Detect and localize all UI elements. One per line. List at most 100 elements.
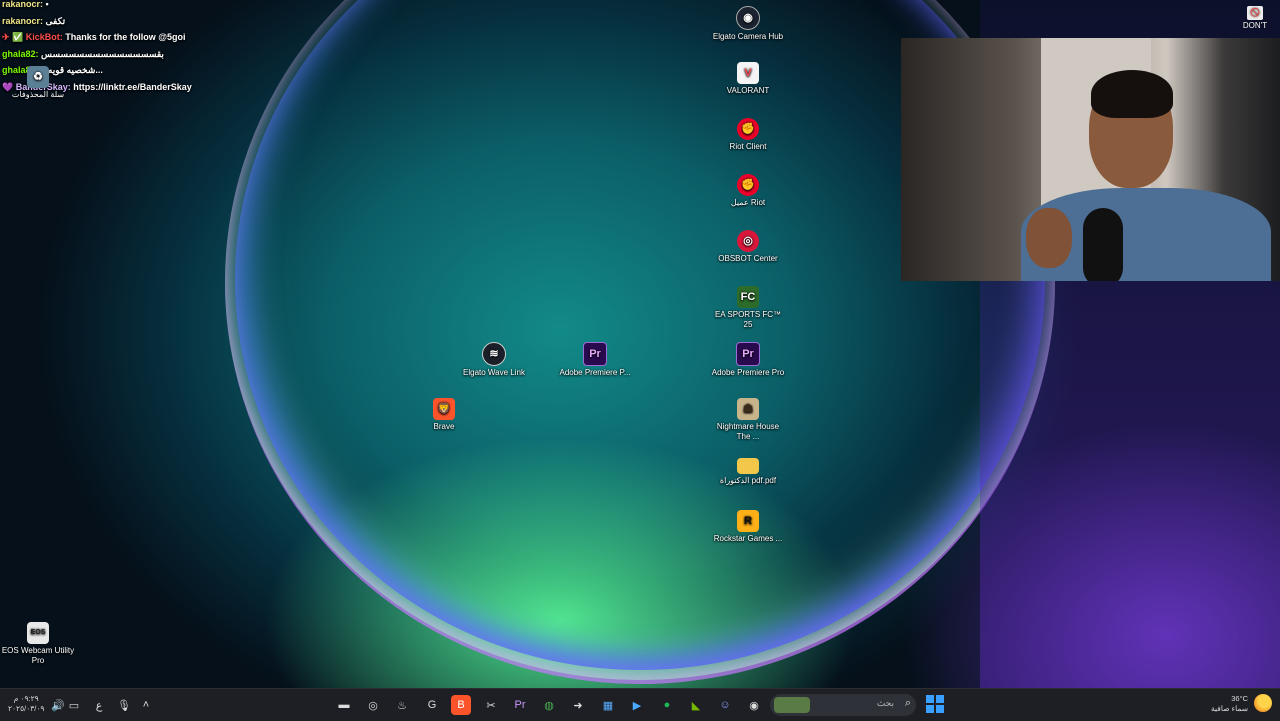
riot-client-icon: ✊ xyxy=(737,174,759,196)
desktop-icon-label: Riot Client xyxy=(729,142,767,151)
search-placeholder: بحث xyxy=(876,698,894,708)
valorant-icon: V xyxy=(737,62,759,84)
chat-text: Thanks for the follow @5goi xyxy=(65,32,186,42)
taskbar-app-premiere-icon[interactable]: Pr xyxy=(510,695,530,715)
chat-message: rakanocr: • xyxy=(2,0,192,13)
nightmare-house-icon: ☗ xyxy=(737,398,759,420)
desktop-icon-obsbot-center[interactable]: ◎ OBSBOT Center xyxy=(710,230,786,264)
taskbar-app-grid-icon[interactable]: ▦ xyxy=(598,695,618,715)
windows-logo-icon xyxy=(936,695,944,703)
chat-text: بقسسسسسسسسسسسسسس xyxy=(41,48,164,59)
microphone-icon[interactable]: 🎙 xyxy=(114,695,134,715)
elgato-camera-hub-icon: ◉ xyxy=(736,6,760,30)
desktop-icon-label: الدكتوراة pdf.pdf xyxy=(719,476,777,485)
weather-sun-icon xyxy=(1254,694,1272,712)
desktop-icon-riot-client[interactable]: ✊ Riot Client xyxy=(710,118,786,152)
desktop-icon-premiere-pro-2[interactable]: Pr Adobe Premiere P... xyxy=(557,342,633,378)
brave-icon: 🦁 xyxy=(433,398,455,420)
weather-description: سماء صافية xyxy=(1210,704,1248,713)
desktop-icon-label: Brave xyxy=(433,422,455,431)
taskbar-app-media-player-icon[interactable]: ▶ xyxy=(627,695,647,715)
rockstar-icon: R xyxy=(737,510,759,532)
premiere-pro-icon: Pr xyxy=(583,342,607,366)
folder-icon xyxy=(737,458,759,474)
desktop-icon-elgato-camera-hub[interactable]: ◉ Elgato Camera Hub xyxy=(710,6,786,42)
desktop-icon-elgato-wave-link[interactable]: ≋ Elgato Wave Link xyxy=(456,342,532,378)
desktop-icon-label: Nightmare House The ... xyxy=(716,422,780,441)
desktop-icon-label: Elgato Wave Link xyxy=(463,368,525,377)
taskbar-app-chrome-icon[interactable]: ◍ xyxy=(539,695,559,715)
desktop-icon-valorant[interactable]: V VALORANT xyxy=(710,62,786,96)
clock-date: ٢٠٢٥/٠٣/٠٩ xyxy=(8,704,45,713)
weather-widget[interactable]: 36°C سماء صافية xyxy=(1211,694,1248,714)
desktop-icon-label: Elgato Camera Hub xyxy=(712,32,784,41)
weather-temperature: 36°C xyxy=(1231,694,1248,703)
taskbar-app-obs-icon[interactable]: ◉ xyxy=(744,695,764,715)
overlay-dont-badge: 🚫 DON'T xyxy=(1238,6,1272,30)
desktop-icon-recycle-bin[interactable]: ♻ سلة المحذوفات xyxy=(0,66,76,100)
desktop-icon-ea-sports-fc[interactable]: FC EA SPORTS FC™ 25 xyxy=(710,286,786,330)
clock-time: ٠٩:٢٩ م xyxy=(13,694,39,703)
desktop-icon-label: Rockstar Games ... xyxy=(713,534,783,543)
windows-logo-icon xyxy=(926,695,934,703)
desktop-icon-label: Adobe Premiere P... xyxy=(559,368,631,377)
desktop-icon-label: EOS Webcam Utility Pro xyxy=(1,646,75,665)
desktop-icon-nightmare-house[interactable]: ☗ Nightmare House The ... xyxy=(710,398,786,442)
desktop-icon-label: عميل Riot xyxy=(730,198,766,207)
desktop-icon-label: VALORANT xyxy=(726,86,770,95)
desktop-icon-label: Adobe Premiere Pro xyxy=(711,368,785,377)
webcam-microphone xyxy=(1083,208,1123,281)
desktop-icon-rockstar-games[interactable]: R Rockstar Games ... xyxy=(710,510,786,544)
chat-username: ghala82: xyxy=(2,48,39,59)
search-icon: ⌕ xyxy=(904,697,911,709)
webcam-feed xyxy=(901,38,1280,281)
chat-username: rakanocr: xyxy=(2,0,44,9)
taskbar-app-discord-icon[interactable]: ☺ xyxy=(715,695,735,715)
taskbar-app-elgato-icon[interactable]: ◎ xyxy=(363,695,383,715)
taskbar-app-spotify-icon[interactable]: ● xyxy=(657,695,677,715)
desktop-icon-brave[interactable]: 🦁 Brave xyxy=(406,398,482,432)
chat-message: rakanocr: تكفى xyxy=(2,13,192,30)
taskbar-app-arrow-icon[interactable]: ➜ xyxy=(568,695,588,715)
windows-logo-icon xyxy=(926,705,934,713)
network-icon[interactable]: ▭ xyxy=(64,695,84,715)
search-highlight-image xyxy=(774,697,810,713)
riot-client-icon: ✊ xyxy=(737,118,759,140)
dont-label: DON'T xyxy=(1242,21,1268,30)
taskbar-search-box[interactable]: بحث ⌕ xyxy=(770,694,916,716)
taskbar-clock[interactable]: ٠٩:٢٩ م ٢٠٢٥/٠٣/٠٩ xyxy=(8,694,44,714)
chat-message: ✈ ✅ KickBot: Thanks for the follow @5goi xyxy=(2,29,192,46)
chat-username: rakanocr: xyxy=(2,15,44,26)
windows-logo-icon xyxy=(936,705,944,713)
webcam-person-hair xyxy=(1091,70,1173,118)
taskbar-app-capcut-icon[interactable]: ✂ xyxy=(481,695,501,715)
eos-webcam-icon: EOS xyxy=(27,622,49,644)
premiere-pro-icon: Pr xyxy=(736,342,760,366)
ea-fc-icon: FC xyxy=(737,286,759,308)
language-indicator[interactable]: ع xyxy=(89,695,109,715)
recycle-bin-icon: ♻ xyxy=(27,66,49,88)
start-button[interactable] xyxy=(926,695,944,713)
desktop-icon-premiere-pro[interactable]: Pr Adobe Premiere Pro xyxy=(710,342,786,378)
desktop-icon-eos-webcam-utility[interactable]: EOS EOS Webcam Utility Pro xyxy=(0,622,76,666)
chat-text: https://linktr.ee/BanderSkay xyxy=(73,81,192,92)
taskbar-app-terminal-icon[interactable]: ▬ xyxy=(334,695,354,715)
obsbot-icon: ◎ xyxy=(737,230,759,252)
chat-message: ghala82: بقسسسسسسسسسسسسسس xyxy=(2,46,192,63)
desktop-icon-riot-client-arabic[interactable]: ✊ عميل Riot xyxy=(710,174,786,208)
dont-icon: 🚫 xyxy=(1247,6,1263,20)
taskbar-app-brave-icon[interactable]: B xyxy=(451,695,471,715)
wallpaper-purple-glow xyxy=(900,420,1280,688)
chat-text: • xyxy=(45,0,49,9)
taskbar-app-nvidia-icon[interactable]: ◣ xyxy=(686,695,706,715)
chat-text: تكفى xyxy=(45,15,66,26)
desktop-icon-pdf-folder[interactable]: الدكتوراة pdf.pdf xyxy=(710,454,786,486)
chat-username: ✈ ✅ KickBot: xyxy=(2,32,63,42)
desktop-icon-label: OBSBOT Center xyxy=(718,254,778,263)
desktop-icon-label: EA SPORTS FC™ 25 xyxy=(714,310,782,329)
taskbar-app-steam-icon[interactable]: ♨ xyxy=(392,695,412,715)
webcam-person-hand xyxy=(1026,208,1072,268)
chevron-up-icon[interactable]: ˄ xyxy=(136,695,156,715)
taskbar-app-logitech-icon[interactable]: G xyxy=(422,695,442,715)
desktop-icon-label: سلة المحذوفات xyxy=(11,90,65,99)
